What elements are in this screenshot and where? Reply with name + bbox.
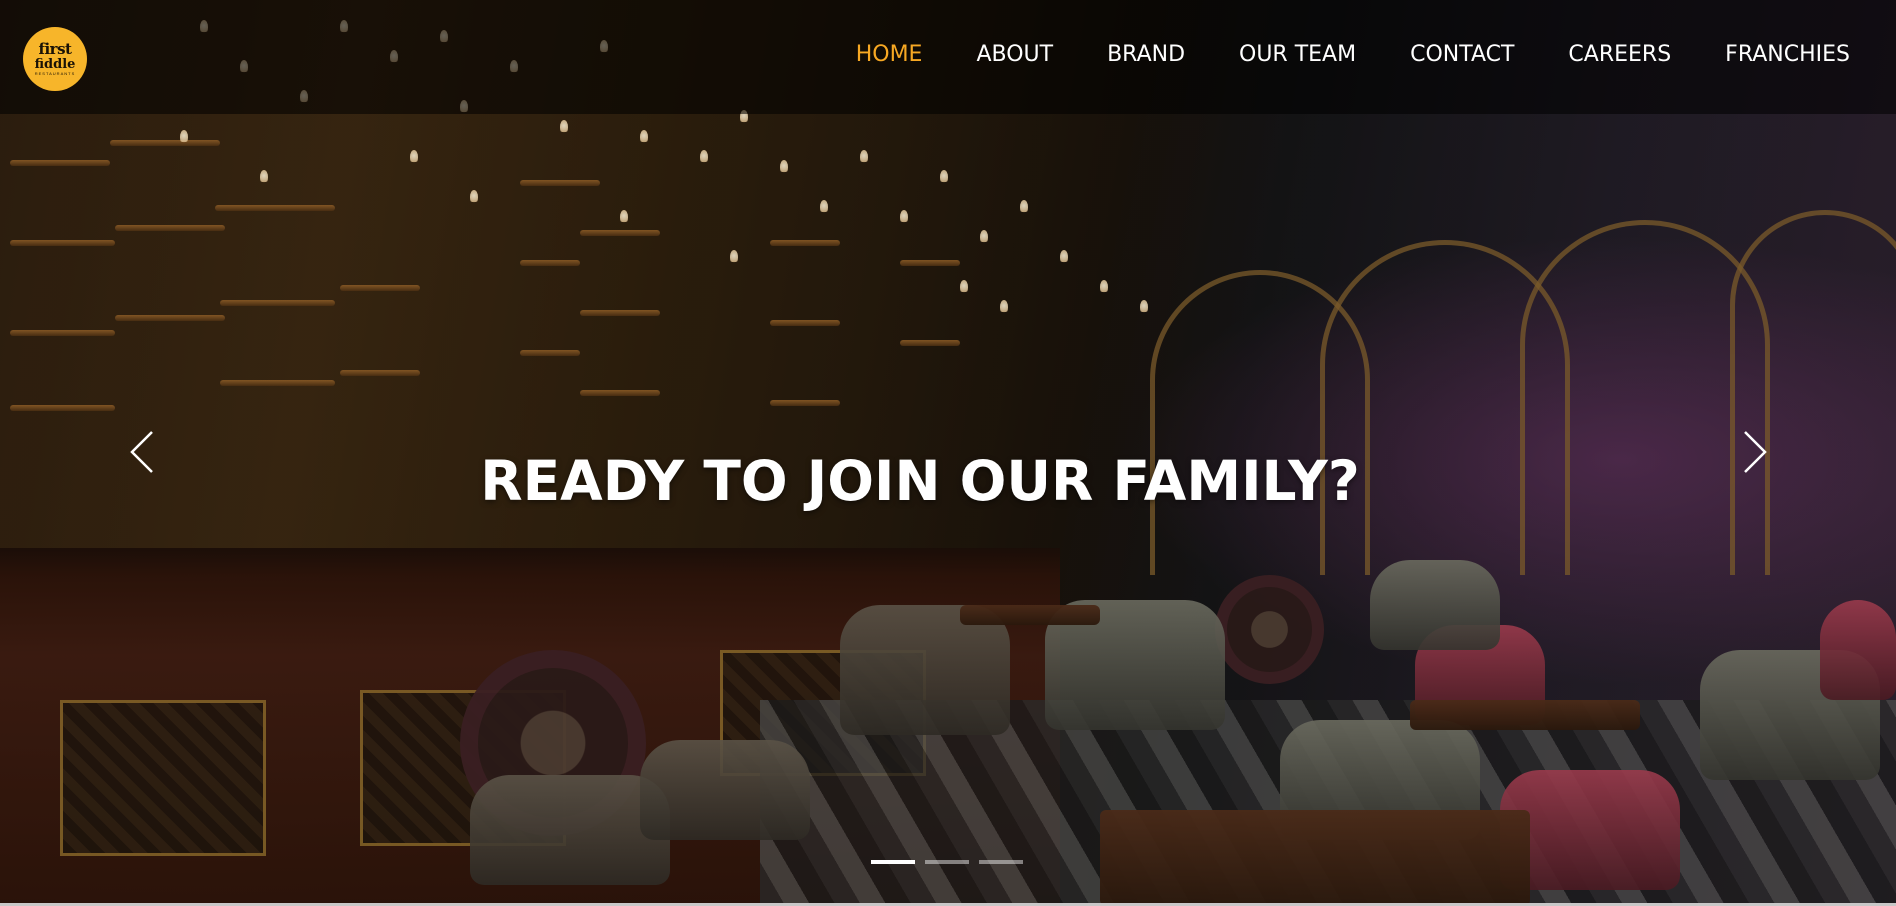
nav-careers[interactable]: CAREERS <box>1568 42 1671 67</box>
hero-carousel: first fiddle RESTAURANTS HOME ABOUT BRAN… <box>0 0 1896 906</box>
logo-text-fiddle: fiddle <box>34 57 76 72</box>
nav-contact[interactable]: CONTACT <box>1410 42 1514 67</box>
carousel-indicator-2[interactable] <box>925 860 969 864</box>
carousel-indicators <box>871 860 1023 864</box>
logo-text-tagline: RESTAURANTS <box>34 71 76 76</box>
logo-text-first: first <box>38 40 72 58</box>
carousel-indicator-1[interactable] <box>871 860 915 864</box>
main-nav: HOME ABOUT BRAND OUR TEAM CONTACT CAREER… <box>802 42 1850 67</box>
carousel-next-button[interactable] <box>1735 430 1775 474</box>
nav-our-team[interactable]: OUR TEAM <box>1239 42 1356 67</box>
chevron-right-icon <box>1744 431 1767 473</box>
nav-home[interactable]: HOME <box>856 42 923 67</box>
hero-headline: READY TO JOIN OUR FAMILY? <box>480 448 1360 513</box>
nav-about[interactable]: ABOUT <box>976 42 1053 67</box>
nav-brand[interactable]: BRAND <box>1107 42 1185 67</box>
brand-logo[interactable]: first fiddle RESTAURANTS <box>23 27 87 91</box>
nav-franchies[interactable]: FRANCHIES <box>1725 42 1850 67</box>
site-header: first fiddle RESTAURANTS HOME ABOUT BRAN… <box>0 0 1896 114</box>
carousel-indicator-3[interactable] <box>979 860 1023 864</box>
